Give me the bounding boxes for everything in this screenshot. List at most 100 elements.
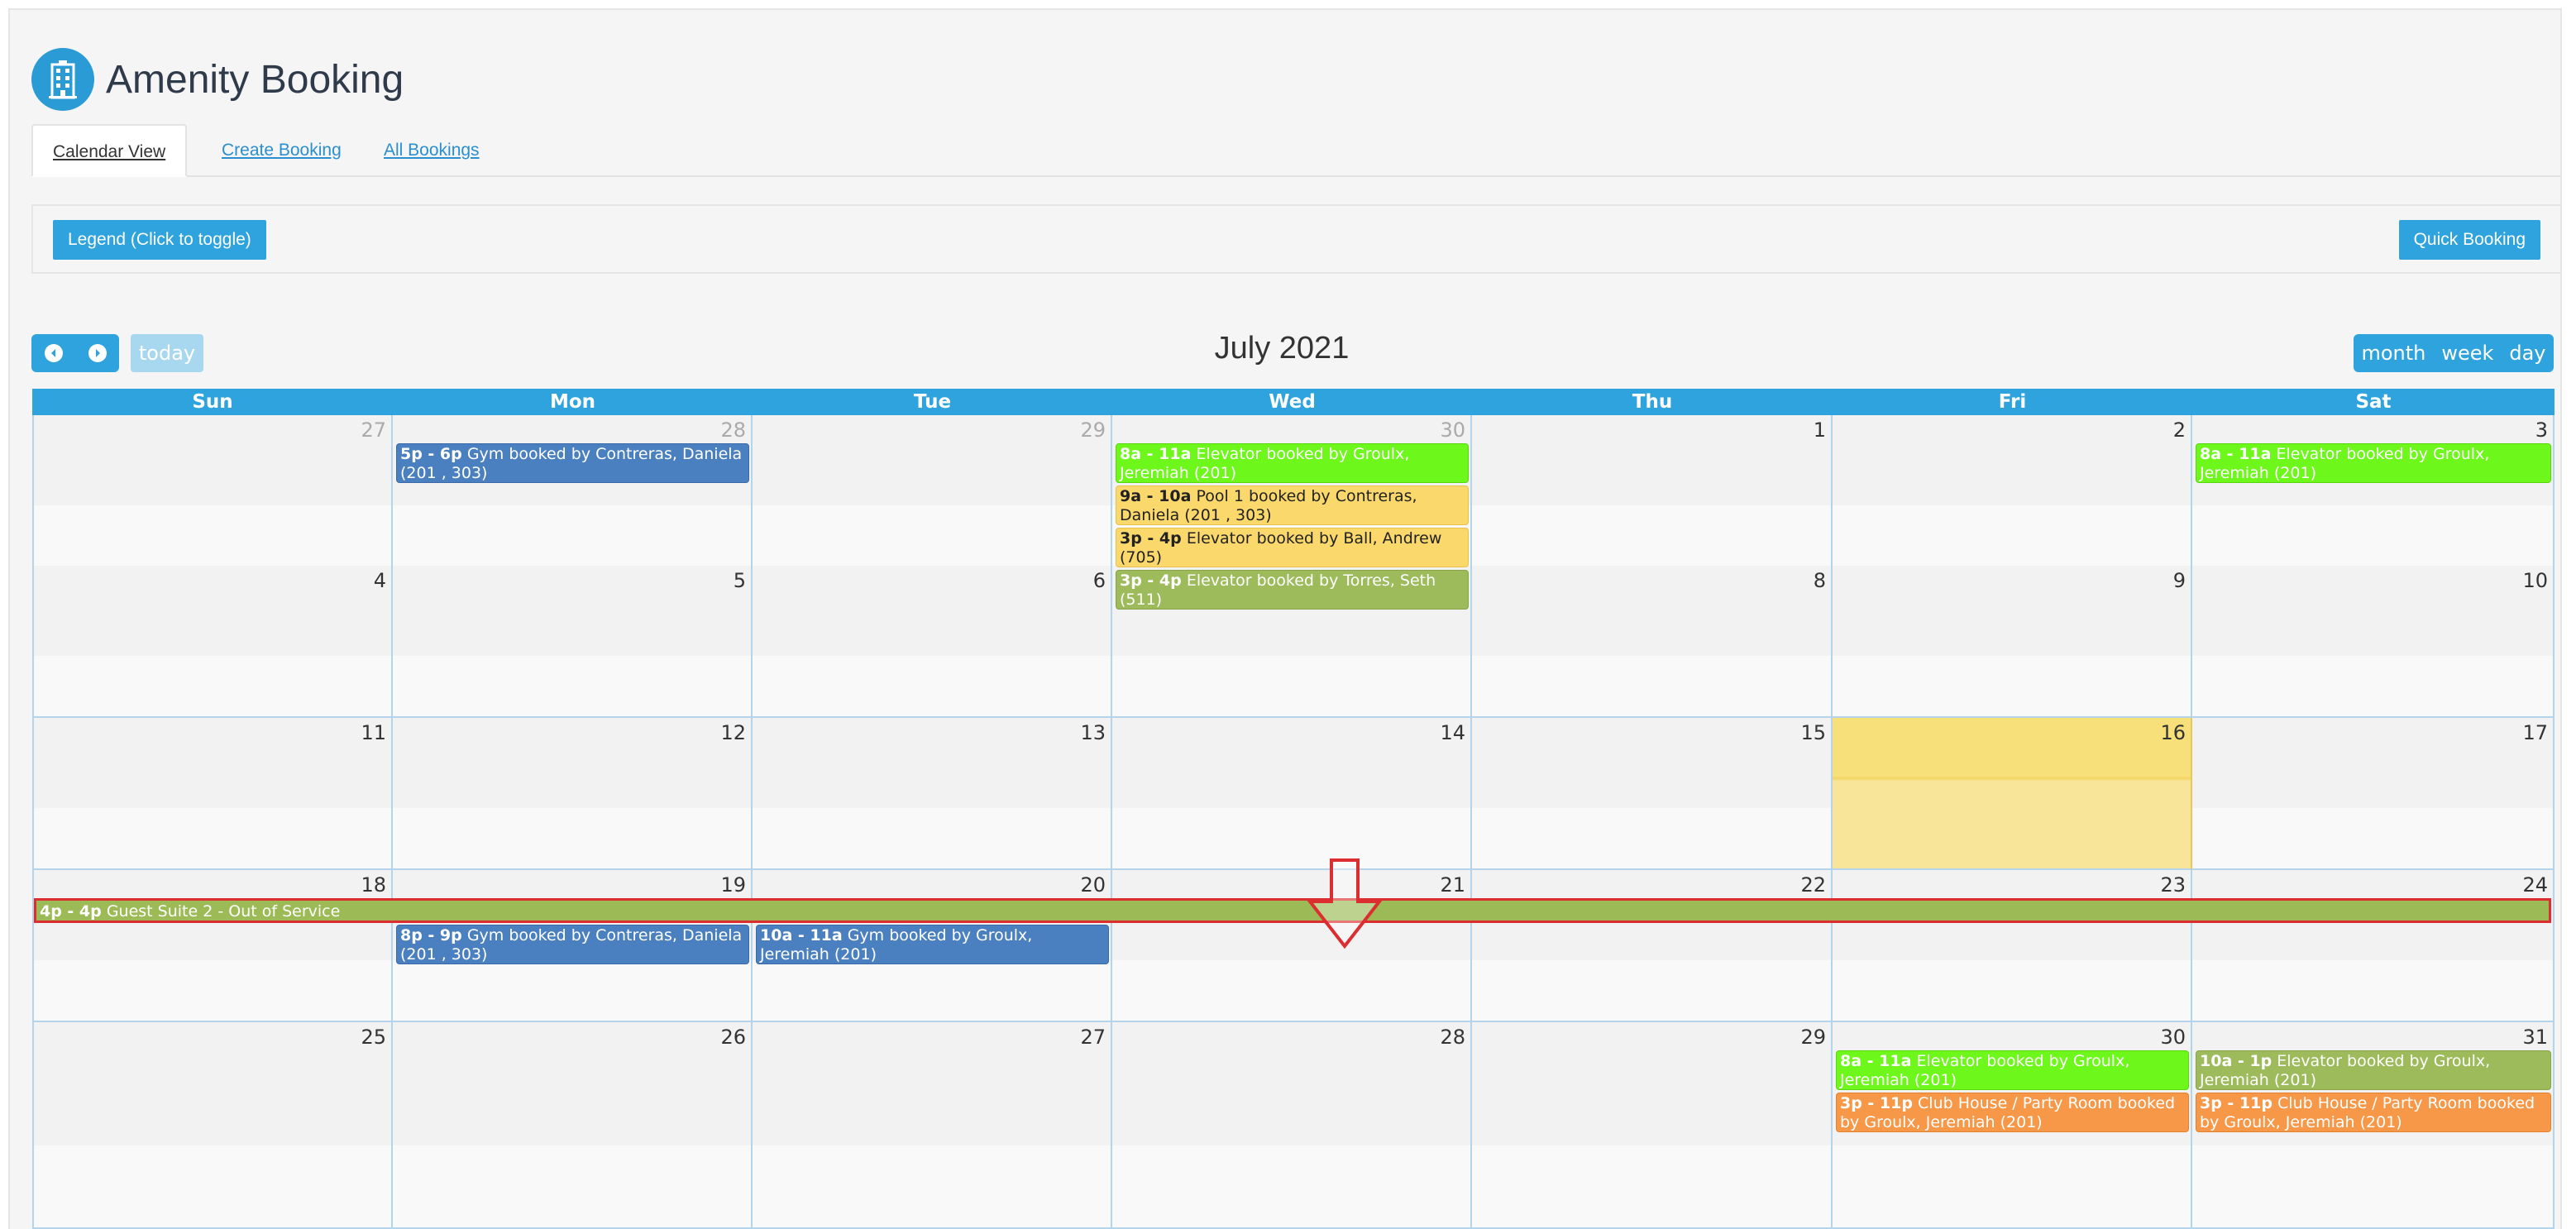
day-number[interactable]: 1: [1814, 418, 1826, 442]
day-number[interactable]: 20: [1080, 873, 1106, 897]
day-number[interactable]: 19: [720, 873, 746, 897]
day-number[interactable]: 2: [2173, 418, 2186, 442]
weekday-header-row: Sun Mon Tue Wed Thu Fri Sat: [32, 389, 2554, 415]
chevron-left-circle-icon[interactable]: [44, 344, 63, 362]
day-number[interactable]: 11: [361, 721, 386, 744]
day-cell[interactable]: 22: [1472, 870, 1833, 1022]
today-button[interactable]: today: [131, 334, 203, 372]
day-cell[interactable]: 29: [753, 415, 1112, 567]
quick-booking-button[interactable]: Quick Booking: [2398, 220, 2540, 260]
event-time: 10a - 11a: [760, 926, 843, 944]
day-number[interactable]: 30: [1440, 418, 1465, 442]
day-cell[interactable]: 23: [1833, 870, 2192, 1022]
day-cell[interactable]: 27: [753, 1022, 1112, 1229]
day-cell[interactable]: 28: [1112, 1022, 1472, 1229]
day-number[interactable]: 18: [361, 873, 386, 897]
day-number[interactable]: 31: [2522, 1026, 2548, 1049]
day-cell-today[interactable]: 16: [1833, 718, 2192, 870]
day-number[interactable]: 13: [1080, 721, 1106, 744]
calendar-event[interactable]: 9a - 10a Pool 1 booked by Contreras, Dan…: [1116, 485, 1469, 525]
day-cell[interactable]: 4: [32, 566, 393, 718]
event-time: 4p - 4p: [40, 902, 102, 921]
calendar-event[interactable]: 3p - 4p Elevator booked by Torres, Seth …: [1116, 570, 1469, 610]
day-number[interactable]: 17: [2522, 721, 2548, 744]
day-number[interactable]: 22: [1800, 873, 1826, 897]
day-cell[interactable]: 29: [1472, 1022, 1833, 1229]
view-week-button[interactable]: week: [2441, 342, 2493, 365]
day-number[interactable]: 21: [1440, 873, 1465, 897]
day-cell[interactable]: 1: [1472, 415, 1833, 567]
day-number[interactable]: 27: [361, 418, 386, 442]
day-cell[interactable]: 5: [393, 566, 753, 718]
day-cell[interactable]: 25: [32, 1022, 393, 1229]
day-number[interactable]: 4: [374, 569, 386, 592]
day-number[interactable]: 24: [2522, 873, 2548, 897]
day-cell[interactable]: 8: [1472, 566, 1833, 718]
day-cell[interactable]: 2: [1833, 415, 2192, 567]
event-time: 3p - 11p: [1840, 1094, 1913, 1112]
day-cell[interactable]: 26: [393, 1022, 753, 1229]
day-number[interactable]: 29: [1080, 418, 1106, 442]
day-cell[interactable]: 11: [32, 718, 393, 870]
day-cell[interactable]: 27: [32, 415, 393, 567]
event-title: Guest Suite 2 - Out of Service: [106, 902, 341, 921]
calendar-event[interactable]: 3p - 4p Elevator booked by Ball, Andrew …: [1116, 528, 1469, 567]
day-number[interactable]: 25: [361, 1026, 386, 1049]
calendar-event[interactable]: 8p - 9p Gym booked by Contreras, Daniela…: [396, 925, 749, 964]
view-day-button[interactable]: day: [2509, 342, 2545, 365]
day-number[interactable]: 14: [1440, 721, 1465, 744]
calendar-toolbar: Legend (Click to toggle) Quick Booking: [31, 204, 2562, 274]
calendar-event[interactable]: 5p - 6p Gym booked by Contreras, Daniela…: [396, 443, 749, 483]
day-number[interactable]: 30: [2160, 1026, 2186, 1049]
day-number[interactable]: 12: [720, 721, 746, 744]
multi-day-event-guest-suite[interactable]: 4p - 4p Guest Suite 2 - Out of Service: [34, 898, 2551, 923]
calendar-event[interactable]: 10a - 1p Elevator booked by Groulx, Jere…: [2196, 1050, 2551, 1090]
day-cell[interactable]: 13: [753, 718, 1112, 870]
event-time: 8a - 11a: [1840, 1052, 1912, 1070]
day-cell[interactable]: 24: [2192, 870, 2554, 1022]
day-cell[interactable]: 12: [393, 718, 753, 870]
calendar-event[interactable]: 8a - 11a Elevator booked by Groulx, Jere…: [1836, 1050, 2189, 1090]
day-number[interactable]: 28: [1440, 1026, 1465, 1049]
calendar-event[interactable]: 8a - 11a Elevator booked by Groulx, Jere…: [2196, 443, 2551, 483]
view-month-button[interactable]: month: [2361, 342, 2425, 365]
day-number[interactable]: 16: [2160, 721, 2186, 744]
tab-bar: Calendar View Create Booking All Booking…: [31, 124, 2562, 177]
event-time: 10a - 1p: [2200, 1052, 2273, 1070]
day-cell[interactable]: 3: [2192, 415, 2554, 567]
day-cell[interactable]: 9: [1833, 566, 2192, 718]
day-number[interactable]: 23: [2160, 873, 2186, 897]
day-number[interactable]: 10: [2522, 569, 2548, 592]
event-time: 3p - 4p: [1120, 529, 1182, 548]
weekday-header-mon: Mon: [549, 391, 596, 413]
event-time: 8a - 11a: [1120, 445, 1192, 463]
day-cell[interactable]: 28: [393, 415, 753, 567]
calendar-event[interactable]: 3p - 11p Club House / Party Room booked …: [2196, 1093, 2551, 1132]
tab-calendar-view[interactable]: Calendar View: [31, 124, 188, 177]
day-number[interactable]: 26: [720, 1026, 746, 1049]
day-cell[interactable]: 6: [753, 566, 1112, 718]
day-cell[interactable]: 18: [32, 870, 393, 1022]
day-cell[interactable]: 15: [1472, 718, 1833, 870]
day-number[interactable]: 27: [1080, 1026, 1106, 1049]
day-number[interactable]: 3: [2535, 418, 2548, 442]
day-number[interactable]: 28: [720, 418, 746, 442]
day-number[interactable]: 15: [1800, 721, 1826, 744]
day-number[interactable]: 29: [1800, 1026, 1826, 1049]
chevron-right-circle-icon[interactable]: [88, 344, 107, 362]
calendar-event[interactable]: 10a - 11a Gym booked by Groulx, Jeremiah…: [756, 925, 1109, 964]
tab-create-booking[interactable]: Create Booking: [202, 124, 361, 177]
day-number[interactable]: 8: [1814, 569, 1826, 592]
day-cell[interactable]: 14: [1112, 718, 1472, 870]
tab-all-bookings[interactable]: All Bookings: [364, 124, 499, 177]
calendar-month-title: July 2021: [1214, 331, 1350, 366]
day-number[interactable]: 5: [734, 569, 746, 592]
day-cell[interactable]: 21: [1112, 870, 1472, 1022]
day-cell[interactable]: 17: [2192, 718, 2554, 870]
calendar-event[interactable]: 8a - 11a Elevator booked by Groulx, Jere…: [1116, 443, 1469, 483]
day-cell[interactable]: 10: [2192, 566, 2554, 718]
legend-toggle-button[interactable]: Legend (Click to toggle): [53, 220, 266, 260]
day-number[interactable]: 9: [2173, 569, 2186, 592]
day-number[interactable]: 6: [1093, 569, 1106, 592]
calendar-event[interactable]: 3p - 11p Club House / Party Room booked …: [1836, 1093, 2189, 1132]
